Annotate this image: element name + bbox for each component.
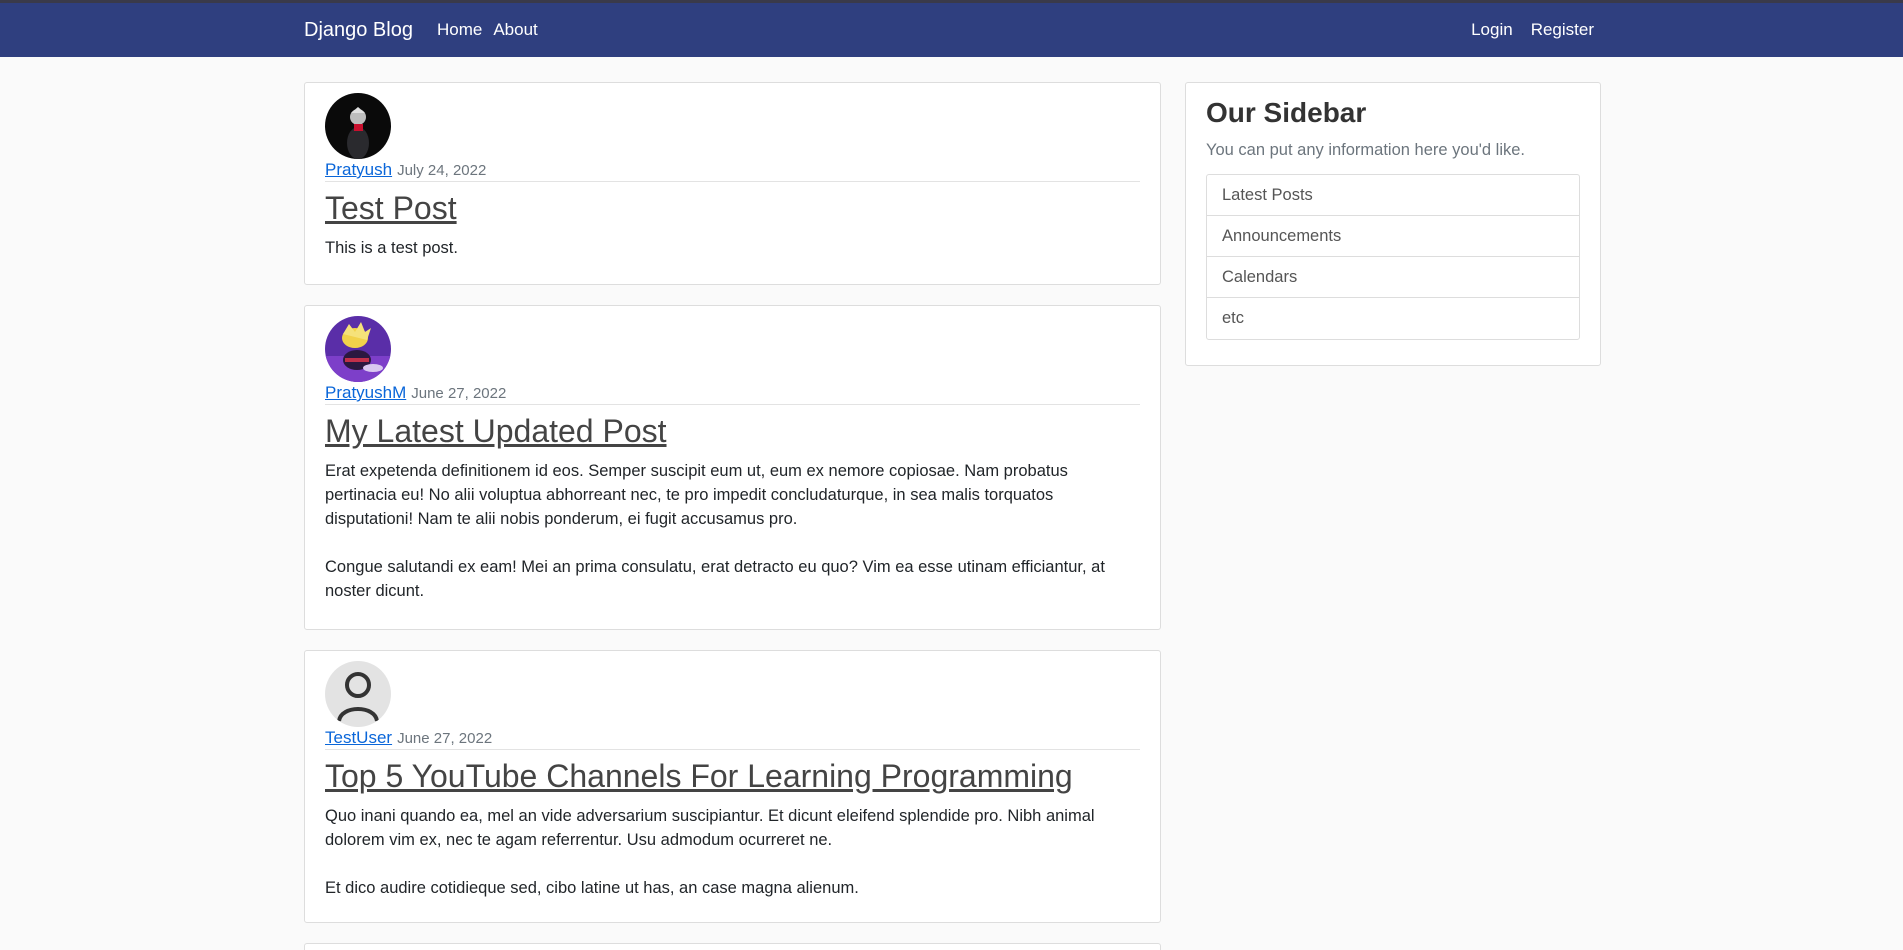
post-content: Erat expetenda definitionem id eos. Semp… <box>325 462 1105 600</box>
post-date: July 24, 2022 <box>397 162 487 179</box>
post-title-link[interactable]: My Latest Updated Post <box>325 411 1140 451</box>
post-author-link[interactable]: PratyushM <box>325 383 406 403</box>
post-card: PratyushM June 27, 2022 My Latest Update… <box>304 305 1161 630</box>
nav-register-link[interactable]: Register <box>1531 20 1594 40</box>
sidebar-title: Our Sidebar <box>1206 97 1367 128</box>
post-meta: PratyushM June 27, 2022 <box>325 383 1140 405</box>
post-content: Quo inani quando ea, mel an vide adversa… <box>325 807 1095 897</box>
post-content: This is a test post. <box>325 239 458 257</box>
navbar-right: Login Register <box>1453 20 1594 40</box>
post-date: June 27, 2022 <box>411 385 507 402</box>
sidebar-description: You can put any information here you'd l… <box>1206 141 1525 159</box>
nav-login-link[interactable]: Login <box>1471 20 1513 40</box>
nav-home-link[interactable]: Home <box>437 20 482 40</box>
dark-figure-avatar-icon[interactable] <box>325 93 391 159</box>
post-list: Pratyush July 24, 2022 Test Post This is… <box>304 82 1161 943</box>
purple-character-avatar-icon[interactable] <box>325 316 391 382</box>
post-meta: Pratyush July 24, 2022 <box>325 160 1140 182</box>
sidebar-item-announcements[interactable]: Announcements <box>1207 216 1579 257</box>
post-title-link[interactable]: Test Post <box>325 188 1140 228</box>
post-author-link[interactable]: Pratyush <box>325 160 392 180</box>
brand-link[interactable]: Django Blog <box>304 19 413 42</box>
post-card: Pratyush July 24, 2022 Test Post This is… <box>304 82 1161 285</box>
post-author-link[interactable]: TestUser <box>325 728 392 748</box>
sidebar-list: Latest Posts Announcements Calendars etc <box>1206 174 1580 340</box>
sidebar-item-etc[interactable]: etc <box>1207 298 1579 339</box>
post-date: June 27, 2022 <box>397 730 493 747</box>
post-title-link[interactable]: Top 5 YouTube Channels For Learning Prog… <box>325 756 1140 796</box>
sidebar: Our Sidebar You can put any information … <box>1185 82 1601 366</box>
sidebar-item-calendars[interactable]: Calendars <box>1207 257 1579 298</box>
post-card-partial <box>304 943 1161 950</box>
post-meta: TestUser June 27, 2022 <box>325 728 1140 750</box>
post-card: TestUser June 27, 2022 Top 5 YouTube Cha… <box>304 650 1161 923</box>
navbar-inner: Django Blog Home About Login Register <box>304 3 1594 57</box>
nav-about-link[interactable]: About <box>493 20 537 40</box>
sidebar-item-latest-posts[interactable]: Latest Posts <box>1207 175 1579 216</box>
navbar: Django Blog Home About Login Register <box>0 0 1903 57</box>
default-user-avatar-icon[interactable] <box>325 661 391 727</box>
